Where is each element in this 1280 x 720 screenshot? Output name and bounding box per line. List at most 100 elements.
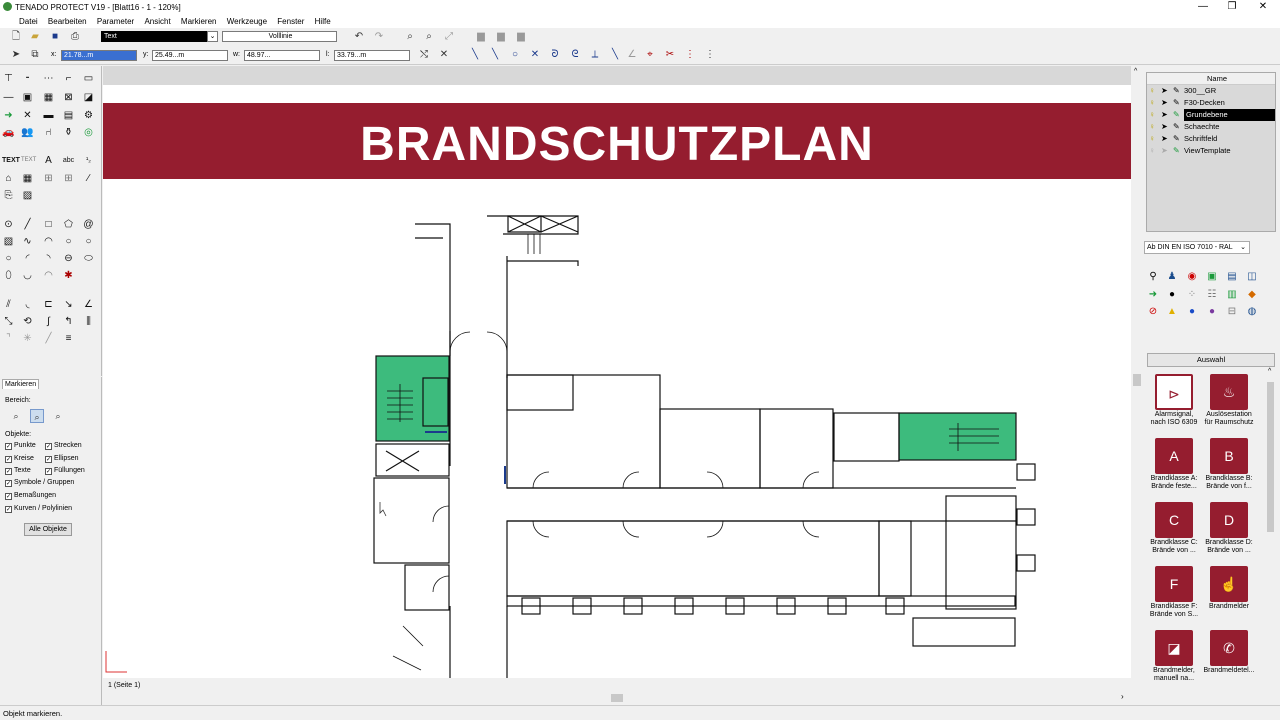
fillet-icon[interactable]: ◟	[21, 298, 34, 311]
grid-table-icon[interactable]: ▦	[21, 172, 34, 185]
arc-4-icon[interactable]: ◡	[21, 269, 34, 282]
table-icon[interactable]: ▦	[42, 91, 55, 104]
diag-box-icon[interactable]: ◪	[82, 91, 95, 104]
close-button[interactable]: ✕	[1246, 0, 1280, 15]
people-icon[interactable]: ♟	[1165, 270, 1179, 284]
text-tool-icon[interactable]: TEXT	[2, 154, 20, 167]
circle-icon[interactable]: ○	[62, 235, 75, 248]
x-coordinate-field[interactable]: 21.78...m	[61, 50, 137, 61]
select-arrow-icon[interactable]: ➤	[9, 48, 23, 62]
checkbox-kurven[interactable]: ✓ Kurven / Polylinien	[5, 504, 72, 513]
star-icon[interactable]: ✱	[62, 269, 75, 282]
symbol-release-station[interactable]: ♨ Auslösestation für Raumschutz	[1202, 374, 1256, 427]
symbol-alarm-signal[interactable]: ⊳ Alarmsignal, nach ISO 6309	[1147, 374, 1201, 427]
cursor-icon[interactable]: ➤	[1161, 109, 1168, 121]
frame-icon[interactable]: ▣	[21, 91, 34, 104]
picture-icon[interactable]: ▨	[21, 189, 34, 202]
text-style-select[interactable]: Text	[101, 31, 207, 42]
zoom-icon[interactable]: ⌕	[422, 30, 436, 44]
corner-icon[interactable]: ⌝	[2, 332, 15, 345]
table-sign-icon[interactable]: ⊟	[1225, 305, 1239, 319]
page-tab-1[interactable]: 1 (Seite 1)	[108, 682, 140, 689]
pen-icon[interactable]: ✎	[1173, 85, 1180, 97]
circle-2-icon[interactable]: ○	[82, 235, 95, 248]
pen-icon[interactable]: ✎	[1173, 97, 1180, 109]
scroll-up-icon[interactable]: ^	[1134, 68, 1137, 75]
cursor-icon[interactable]: ➤	[1161, 133, 1168, 145]
checkbox-fuellungen[interactable]: ✓ Füllungen	[45, 466, 85, 475]
menu-markieren[interactable]: Markieren	[177, 15, 221, 27]
lightbulb-icon[interactable]: ♀	[1149, 97, 1155, 109]
arrow-right-icon[interactable]: ➜	[1146, 288, 1160, 302]
perpendicular-tool-icon[interactable]: ⟂	[588, 48, 602, 62]
symbol-fire-class-f[interactable]: F Brandklasse F: Brände von S...	[1147, 566, 1201, 619]
checkbox-texte[interactable]: ✓ Texte	[5, 466, 31, 475]
bracket-icon[interactable]: ⌐	[62, 72, 75, 85]
grid-icon[interactable]: ⋮	[703, 48, 717, 62]
layer-row[interactable]: ♀ ➤ ✎ 300__GR	[1147, 85, 1275, 97]
all-objects-button[interactable]: Alle Objekte	[24, 523, 72, 536]
checkbox-punkte[interactable]: ✓ Punkte	[5, 441, 36, 450]
arc-3-icon[interactable]: ◝	[42, 252, 55, 265]
line-tool-2-icon[interactable]: ╲	[488, 48, 502, 62]
measure-tool-icon[interactable]: ⌖	[643, 48, 657, 62]
menu-fenster[interactable]: Fenster	[273, 15, 308, 27]
zoom-window-icon[interactable]: ⌕	[403, 30, 417, 44]
slash-icon[interactable]: ╱	[42, 332, 55, 345]
checkbox-ellipsen[interactable]: ✓ Ellipsen	[45, 454, 79, 463]
menu-ansicht[interactable]: Ansicht	[140, 15, 174, 27]
text-a-icon[interactable]: A	[42, 154, 55, 167]
pen-active-icon[interactable]: ✎	[1173, 109, 1180, 121]
menu-hilfe[interactable]: Hilfe	[311, 15, 335, 27]
cross-box-icon[interactable]: ⊠	[62, 91, 75, 104]
layer-group-3-icon[interactable]: ▆	[514, 30, 528, 44]
symbol-fire-class-b[interactable]: B Brandklasse B: Brände von f...	[1202, 438, 1256, 491]
grid-dots-icon[interactable]: ⋮	[683, 48, 697, 62]
warning-diamond-icon[interactable]: ◆	[1245, 288, 1259, 302]
image-icon[interactable]: ⌂	[2, 172, 15, 185]
xx-icon[interactable]: ✕	[21, 109, 34, 122]
pen-icon[interactable]: ✎	[1173, 121, 1180, 133]
curve-tool-icon[interactable]: ᘓ	[568, 48, 582, 62]
text-style-chevron-down-icon[interactable]: ⌄	[207, 31, 218, 42]
car-icon[interactable]: 🚗	[2, 126, 15, 139]
redo-icon[interactable]: ↷	[372, 30, 386, 44]
people-icon[interactable]: 👥	[21, 126, 34, 139]
line-icon[interactable]: ╱	[21, 218, 34, 231]
text-multi-icon[interactable]: TEXT	[21, 154, 36, 167]
bend-icon[interactable]: ∫	[42, 315, 55, 328]
save-icon[interactable]: ■	[48, 30, 62, 44]
green-sign-icon[interactable]: ▥	[1225, 288, 1239, 302]
horizontal-scroll-thumb[interactable]	[611, 694, 623, 702]
symbol-fire-class-a[interactable]: A Brandklasse A: Brände feste...	[1147, 438, 1201, 491]
tab-markieren[interactable]: Markieren	[2, 379, 40, 389]
ellipse-2-icon[interactable]: ⬭	[82, 252, 95, 265]
dot-icon[interactable]: ●	[1165, 288, 1179, 302]
scatter-icon[interactable]: ⁘	[1185, 288, 1199, 302]
scroll-up-icon[interactable]: ^	[1268, 368, 1271, 375]
info-sign-icon[interactable]: ◫	[1245, 270, 1259, 284]
layer-row[interactable]: ♀ ➤ ✎ ViewTemplate	[1147, 145, 1275, 157]
area-select-active-icon[interactable]: ⌕	[30, 409, 44, 423]
floor-plan-drawing[interactable]	[103, 66, 1131, 678]
layer-group-1-icon[interactable]: ▆	[474, 30, 488, 44]
pentagon-icon[interactable]: ⬠	[62, 218, 75, 231]
box-line-icon[interactable]: ▭	[82, 72, 95, 85]
symbol-fire-class-d[interactable]: D Brandklasse D: Brände von ...	[1202, 502, 1256, 555]
lightbulb-off-icon[interactable]: ♀	[1149, 145, 1155, 157]
area-select-2-icon[interactable]: ⌕	[51, 409, 65, 423]
scroll-right-icon[interactable]: ›	[1121, 692, 1124, 701]
vertical-scroll-thumb[interactable]	[1133, 374, 1141, 386]
extend-icon[interactable]: ↘	[62, 298, 75, 311]
dots-icon[interactable]: ⋯	[42, 72, 55, 85]
open-folder-icon[interactable]: ▰	[28, 30, 42, 44]
chair-icon[interactable]: ⑁	[42, 126, 55, 139]
ellipse-3-icon[interactable]: ⬯	[2, 269, 15, 282]
globe-icon[interactable]: ◍	[1245, 305, 1259, 319]
undo-icon[interactable]: ↶	[352, 30, 366, 44]
menu-parameter[interactable]: Parameter	[93, 15, 138, 27]
vertical-scrollbar[interactable]: ^	[1131, 66, 1143, 705]
arc-icon[interactable]: ◠	[42, 235, 55, 248]
point-icon[interactable]: ⊙	[2, 218, 15, 231]
line-style-select[interactable]: Volllinie	[222, 31, 337, 42]
